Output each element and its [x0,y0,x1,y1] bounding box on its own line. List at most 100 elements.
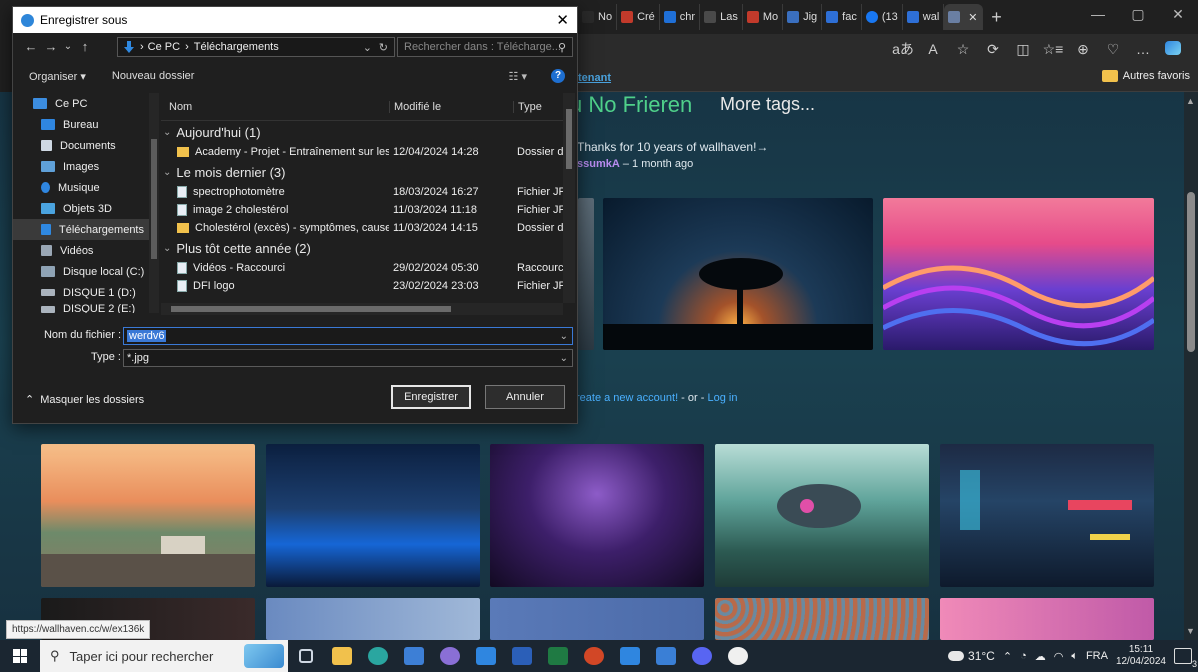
tab-6[interactable]: fac [822,4,862,30]
nav-item-musique[interactable]: Musique [13,177,149,198]
tab-1[interactable]: Cré [617,4,660,30]
tab-2[interactable]: chr [660,4,701,30]
favorites-icon[interactable]: ☆≡ [1038,41,1068,58]
breadcrumb-current[interactable]: Téléchargements [194,41,279,53]
favorite-star-icon[interactable]: ☆ [948,41,978,58]
file-row[interactable]: spectrophotomètre 18/03/2024 16:27 Fichi… [161,183,563,201]
nav-item-telechargements[interactable]: Téléchargements [13,219,149,240]
wifi-icon[interactable]: ◠ [1054,650,1064,663]
group-header[interactable]: ⌄ Le mois dernier (3) [161,161,563,183]
powerpoint-icon[interactable] [576,640,612,672]
tab-9-active[interactable]: ✕ [944,4,983,30]
minimize-button[interactable]: — [1078,6,1118,22]
back-arrow-icon[interactable]: ← [21,39,41,54]
scrollbar-thumb[interactable] [151,139,157,259]
file-row[interactable]: image 2 cholestérol 11/03/2024 11:18 Fic… [161,201,563,219]
wallpaper-thumb[interactable] [940,444,1154,587]
tab-4[interactable]: Mo [743,4,784,30]
copilot-icon[interactable] [1158,40,1188,58]
save-button[interactable]: Enregistrer [391,385,471,409]
tab-7[interactable]: (13 [862,4,903,30]
file-list-hscrollbar[interactable] [161,303,563,315]
announcement-user[interactable]: ssumkA [577,158,620,170]
announcement-link[interactable]: Thanks for 10 years of wallhaven!→ [577,140,768,154]
mail-icon[interactable] [612,640,648,672]
wallpaper-thumb[interactable] [940,598,1154,640]
breadcrumb[interactable]: › Ce PC › Téléchargements ⌄ ↻ [117,37,395,57]
language-indicator[interactable]: FRA [1086,650,1108,662]
paint-icon[interactable] [432,640,468,672]
view-options-icon[interactable]: ☷ ▾ [509,70,527,83]
file-row[interactable]: Vidéos - Raccourci 29/02/2024 05:30 Racc… [161,259,563,277]
file-explorer-icon[interactable] [324,640,360,672]
network-icon[interactable]: ◔ [1020,650,1027,662]
column-type[interactable]: Type [513,100,563,113]
edge-icon[interactable] [360,640,396,672]
start-button[interactable] [0,640,40,672]
immersive-reader-icon[interactable]: A [918,41,948,57]
chevron-down-icon[interactable]: ⌄ [560,331,568,342]
recent-locations-icon[interactable]: ⌄ [61,41,75,52]
hide-folders-toggle[interactable]: ⌃ Masquer les dossiers [25,393,144,406]
excel-icon[interactable] [540,640,576,672]
tray-overflow-icon[interactable]: ⌃ [1003,650,1012,663]
nav-item-videos[interactable]: Vidéos [13,240,149,261]
more-menu-icon[interactable]: … [1128,41,1158,57]
file-row[interactable]: Academy - Projet - Entraînement sur les … [161,143,563,161]
login-link[interactable]: Log in [707,392,737,404]
clock[interactable]: 15:11 12/04/2024 [1116,644,1166,668]
type-select[interactable]: *.jpg ⌄ [123,349,573,367]
wallpaper-thumb[interactable] [715,598,929,640]
tab-3[interactable]: Las [700,4,743,30]
taskbar-search-input[interactable]: ⚲ Taper ici pour rechercher [40,640,288,672]
nav-item-disque-e[interactable]: DISQUE 2 (E:) [13,303,149,313]
help-icon[interactable]: ? [551,69,565,83]
task-view-icon[interactable] [288,640,324,672]
store-icon[interactable] [648,640,684,672]
nav-item-ce-pc[interactable]: Ce PC [13,93,149,114]
group-header[interactable]: ⌄ Aujourd'hui (1) [161,121,563,143]
file-row[interactable]: Cholestérol (excès) - symptômes, causes,… [161,219,563,237]
scrollbar-thumb[interactable] [1187,192,1195,352]
search-input[interactable]: Rechercher dans : Télécharge... ⚲ [397,37,573,57]
close-window-button[interactable]: ✕ [1158,6,1198,23]
wallpaper-thumb[interactable] [715,444,929,587]
notifications-icon[interactable]: 3 [1174,648,1197,669]
chevron-down-icon[interactable]: ⌄ [363,41,372,54]
breadcrumb-root[interactable]: Ce PC [148,41,180,53]
other-favorites[interactable]: Autres favoris [1101,70,1190,82]
create-account-link[interactable]: reate a new account! [576,392,678,404]
github-icon[interactable] [720,640,756,672]
app-blue-icon[interactable] [396,640,432,672]
up-arrow-icon[interactable]: ↑ [75,39,95,54]
dialog-close-icon[interactable]: ✕ [556,11,569,29]
wallpaper-thumb[interactable] [883,198,1154,350]
tab-close-icon[interactable]: ✕ [968,11,977,24]
volume-icon[interactable]: 🔈︎ [1071,650,1078,663]
tab-0[interactable]: No [578,4,618,30]
nav-item-bureau[interactable]: Bureau [13,114,149,135]
scrollbar-thumb[interactable] [171,306,451,312]
favbar-link[interactable]: tenant [578,72,611,84]
group-header[interactable]: ⌄ Plus tôt cette année (2) [161,237,563,259]
wallpaper-thumb[interactable] [266,598,480,640]
file-row[interactable]: DFI logo 23/02/2024 23:03 Fichier JP [161,277,563,295]
nav-item-disque-d[interactable]: DISQUE 1 (D:) [13,282,149,303]
nav-item-disque-c[interactable]: Disque local (C:) [13,261,149,282]
calendar-icon[interactable] [468,640,504,672]
column-name[interactable]: Nom [161,101,389,113]
scrollbar-thumb[interactable] [566,109,572,169]
chevron-down-icon[interactable]: ⌄ [560,353,568,364]
nav-item-documents[interactable]: Documents [13,135,149,156]
column-date[interactable]: Modifié le [389,100,513,113]
weather-widget[interactable]: 31°C [948,649,995,663]
refresh-icon[interactable]: ⟳ [978,41,1008,58]
page-scrollbar[interactable]: ▲ ▼ [1184,92,1198,640]
tag-title[interactable]: u No Frieren [570,92,692,118]
nav-pane-scrollbar[interactable] [149,93,159,313]
new-folder-button[interactable]: Nouveau dossier [112,70,195,82]
scroll-down-icon[interactable]: ▼ [1186,626,1195,636]
scroll-up-icon[interactable]: ▲ [1186,96,1195,106]
wallpaper-thumb[interactable] [41,444,255,587]
onedrive-icon[interactable]: ☁ [1035,650,1046,663]
